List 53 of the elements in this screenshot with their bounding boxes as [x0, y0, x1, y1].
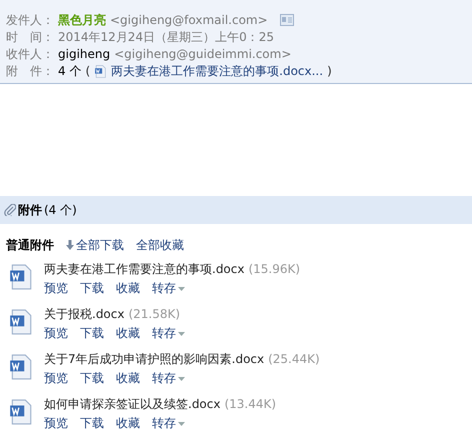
section-title: 普通附件 [6, 237, 54, 254]
save-to-menu[interactable]: 转存 [152, 279, 185, 298]
file-action-link[interactable]: 下载 [80, 324, 104, 343]
file-name[interactable]: 关于7年后成功申请护照的影响因素.docx [44, 350, 264, 369]
file-size: (13.44K) [224, 396, 276, 413]
save-to-menu[interactable]: 转存 [152, 369, 185, 388]
caret-icon [178, 376, 185, 380]
caret-icon [178, 286, 185, 290]
document-icon [8, 354, 34, 380]
save-to-menu[interactable]: 转存 [152, 324, 185, 343]
file-action-link[interactable]: 下载 [80, 414, 104, 433]
document-icon [8, 309, 34, 335]
file-action-link[interactable]: 收藏 [116, 324, 140, 343]
field-label: 附 件： [6, 63, 54, 79]
file-action-link[interactable]: 下载 [80, 369, 104, 388]
file-action-link[interactable]: 预览 [44, 369, 68, 388]
file-name[interactable]: 两夫妻在港工作需要注意的事项.docx [44, 260, 244, 279]
paren: ) [327, 63, 332, 79]
caret-icon [178, 332, 185, 336]
document-icon [8, 399, 34, 425]
save-to-menu[interactable]: 转存 [152, 414, 185, 433]
contact-card-icon[interactable] [280, 14, 294, 26]
field-label: 收件人： [6, 46, 54, 62]
attachment-count: 4 个 [58, 63, 82, 79]
attachments-title: 附件 [18, 202, 42, 219]
file-action-link[interactable]: 收藏 [116, 414, 140, 433]
file-size: (15.96K) [248, 261, 300, 278]
recipient-address: <gigiheng@guideimmi.com> [114, 46, 292, 62]
download-icon [66, 240, 74, 250]
file-action-link[interactable]: 预览 [44, 324, 68, 343]
file-action-link[interactable]: 预览 [44, 279, 68, 298]
file-name[interactable]: 如何申请探亲签证以及续签.docx [44, 395, 220, 414]
download-all-link[interactable]: 全部下载 [66, 236, 124, 254]
paren: ( [85, 63, 90, 79]
paperclip-icon [4, 204, 16, 216]
document-icon [94, 64, 108, 78]
sender-address: <gigiheng@foxmail.com> [110, 12, 268, 28]
attachments-count: (4 个) [44, 202, 77, 219]
file-size: (21.58K) [128, 306, 180, 323]
file-size: (25.44K) [268, 351, 320, 368]
file-action-link[interactable]: 预览 [44, 414, 68, 433]
document-icon [8, 264, 34, 290]
file-name[interactable]: 关于报税.docx [44, 305, 124, 324]
caret-icon [178, 422, 185, 426]
file-action-link[interactable]: 收藏 [116, 279, 140, 298]
attachment-link[interactable]: 两夫妻在港工作需要注意的事项.docx... [111, 63, 324, 79]
field-label: 发件人： [6, 12, 54, 28]
file-action-link[interactable]: 收藏 [116, 369, 140, 388]
recipient-name: gigiheng [58, 46, 110, 62]
save-all-link[interactable]: 全部收藏 [136, 236, 184, 254]
sent-time: 2014年12月24日（星期三）上午0：25 [58, 29, 274, 45]
file-action-link[interactable]: 下载 [80, 279, 104, 298]
field-label: 时 间： [6, 29, 54, 45]
